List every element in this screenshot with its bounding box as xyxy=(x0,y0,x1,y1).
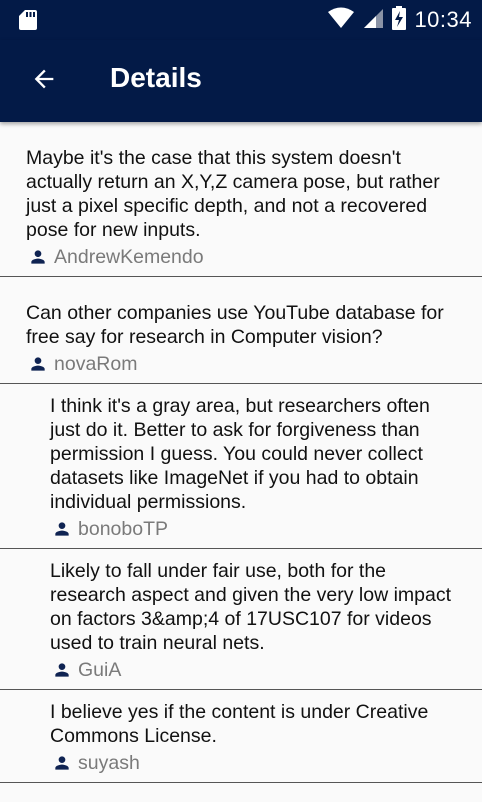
person-icon xyxy=(55,756,69,770)
author-name: novaRom xyxy=(54,352,138,375)
page-title: Details xyxy=(110,62,202,93)
comment-text: I believe yes if the content is under Cr… xyxy=(50,701,429,747)
comment-item[interactable]: Can other companies use YouTube database… xyxy=(0,277,482,384)
comment-author: AndrewKemendo xyxy=(26,244,464,270)
comment-text: Maybe it's the case that this system doe… xyxy=(26,147,440,241)
comment-author: novaRom xyxy=(26,351,464,377)
app-bar: Details xyxy=(0,40,482,122)
comment-author: bonoboTP xyxy=(50,516,464,542)
cell-signal-icon xyxy=(362,7,384,34)
status-time: 10:34 xyxy=(414,7,472,32)
person-icon xyxy=(31,357,45,371)
reply-item[interactable]: I think it's a gray area, but researcher… xyxy=(0,384,482,549)
comment-text: Likely to fall under fair use, both for … xyxy=(50,560,452,654)
reply-item[interactable]: I believe yes if the content is under Cr… xyxy=(0,690,482,783)
comment-item[interactable]: Maybe it's the case that this system doe… xyxy=(0,122,482,277)
author-name: AndrewKemendo xyxy=(54,245,204,268)
author-name: bonoboTP xyxy=(78,517,168,540)
reply-item[interactable]: Likely to fall under fair use, both for … xyxy=(0,549,482,690)
comment-text: I think it's a gray area, but researcher… xyxy=(50,395,430,513)
author-name: GuiA xyxy=(78,658,122,681)
battery-charging-icon xyxy=(392,5,407,35)
comment-author: suyash xyxy=(50,750,464,776)
back-button[interactable] xyxy=(28,65,60,97)
person-icon xyxy=(55,522,69,536)
sd-card-icon xyxy=(18,9,38,31)
person-icon xyxy=(31,250,45,264)
author-name: suyash xyxy=(78,751,140,774)
comment-list: Maybe it's the case that this system doe… xyxy=(0,122,482,783)
arrow-left-icon xyxy=(30,65,58,98)
status-bar: 10:34 xyxy=(0,0,482,40)
person-icon xyxy=(55,663,69,677)
comment-author: GuiA xyxy=(50,657,464,683)
comment-text: Can other companies use YouTube database… xyxy=(26,302,444,348)
wifi-icon xyxy=(328,7,355,34)
